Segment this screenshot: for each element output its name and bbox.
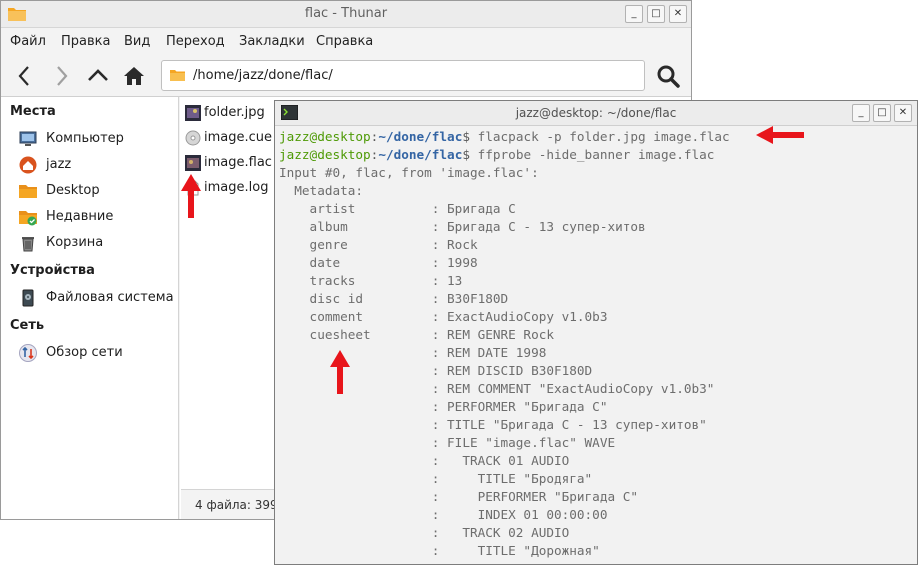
output-line: : INDEX 01 00:00:00 [279,507,608,522]
output-line: Metadata: [279,183,364,198]
thunar-titlebar[interactable]: flac - Thunar _ □ ✕ [1,1,691,28]
home-icon [19,156,37,174]
output-line: cuesheet : REM GENRE Rock [279,327,554,342]
maximize-button[interactable]: □ [647,5,665,23]
terminal-minimize-button[interactable]: _ [852,104,870,122]
menu-bookmarks[interactable]: Закладки [239,34,305,49]
sidebar: Места Компьютер jazz Desktop Недавние Ко… [1,97,179,519]
output-line: : REM DATE 1998 [279,345,547,360]
folder-icon [170,70,185,81]
audio-file-icon [185,155,201,171]
places-heading: Места [10,104,56,119]
command-line-1: jazz@desktop:~/done/flac$ flacpack -p fo… [279,129,730,144]
status-text: 4 файла: 399 [195,498,278,512]
up-icon[interactable] [86,64,110,88]
output-line: : TRACK 02 AUDIO [279,525,570,540]
window-title: flac - Thunar [304,6,388,21]
output-line: : TITLE "Дорожная" [279,543,600,558]
close-button[interactable]: ✕ [669,5,687,23]
output-line: : TRACK 01 AUDIO [279,453,570,468]
minimize-button[interactable]: _ [625,5,643,23]
terminal-maximize-button[interactable]: □ [873,104,891,122]
output-line: comment : ExactAudioCopy v1.0b3 [279,309,608,324]
back-icon[interactable] [13,64,37,88]
output-line: tracks : 13 [279,273,463,288]
output-line: : TITLE "Бродяга" [279,471,593,486]
location-path: /home/jazz/done/flac/ [193,68,333,83]
computer-icon [19,131,37,146]
output-line: : FILE "image.flac" WAVE [279,435,616,450]
terminal-title: jazz@desktop: ~/done/flac [515,106,677,120]
red-arrow-up-icon [330,350,350,394]
output-line: date : 1998 [279,255,478,270]
menu-go[interactable]: Переход [166,34,225,49]
cue-file-icon [185,130,201,146]
output-line: album : Бригада С - 13 супер-хитов [279,219,646,234]
command-line-2: jazz@desktop:~/done/flac$ ffprobe -hide_… [279,147,715,162]
menu-file[interactable]: Файл [10,34,46,49]
terminal-close-button[interactable]: ✕ [894,104,912,122]
red-arrow-up-icon [181,174,201,218]
toolbar: /home/jazz/done/flac/ [1,54,691,97]
red-arrow-left-icon [756,126,804,144]
folder-icon [19,185,37,198]
terminal-window: jazz@desktop: ~/done/flac _ □ ✕ jazz@des… [274,100,918,565]
network-heading: Сеть [10,318,45,333]
terminal-titlebar[interactable]: jazz@desktop: ~/done/flac _ □ ✕ [275,101,917,126]
search-icon[interactable] [656,64,680,88]
devices-heading: Устройства [10,263,95,278]
output-line: : TITLE "Бригада С - 13 супер-хитов" [279,417,707,432]
output-line: : PERFORMER "Бригада С" [279,399,608,414]
trash-icon [22,237,34,252]
output-line: genre : Rock [279,237,478,252]
menu-view[interactable]: Вид [124,34,150,49]
forward-icon[interactable] [49,64,73,88]
image-file-icon [185,105,201,121]
drive-icon [22,289,34,307]
location-bar[interactable]: /home/jazz/done/flac/ [161,60,645,91]
output-line: : PERFORMER "Бригада С" [279,489,639,504]
output-line: Input #0, flac, from 'image.flac': [279,165,539,180]
menubar: Файл Правка Вид Переход Закладки Справка [1,28,691,54]
recent-icon [19,211,37,226]
menu-edit[interactable]: Правка [61,34,110,49]
output-line: artist : Бригада С [279,201,516,216]
output-line: : REM DISCID B30F180D [279,363,593,378]
menu-help[interactable]: Справка [316,34,373,49]
network-icon [19,344,37,362]
terminal-screen[interactable]: jazz@desktop:~/done/flac$ flacpack -p fo… [279,128,917,564]
output-line: disc id : B30F180D [279,291,509,306]
home-icon[interactable] [122,64,146,88]
